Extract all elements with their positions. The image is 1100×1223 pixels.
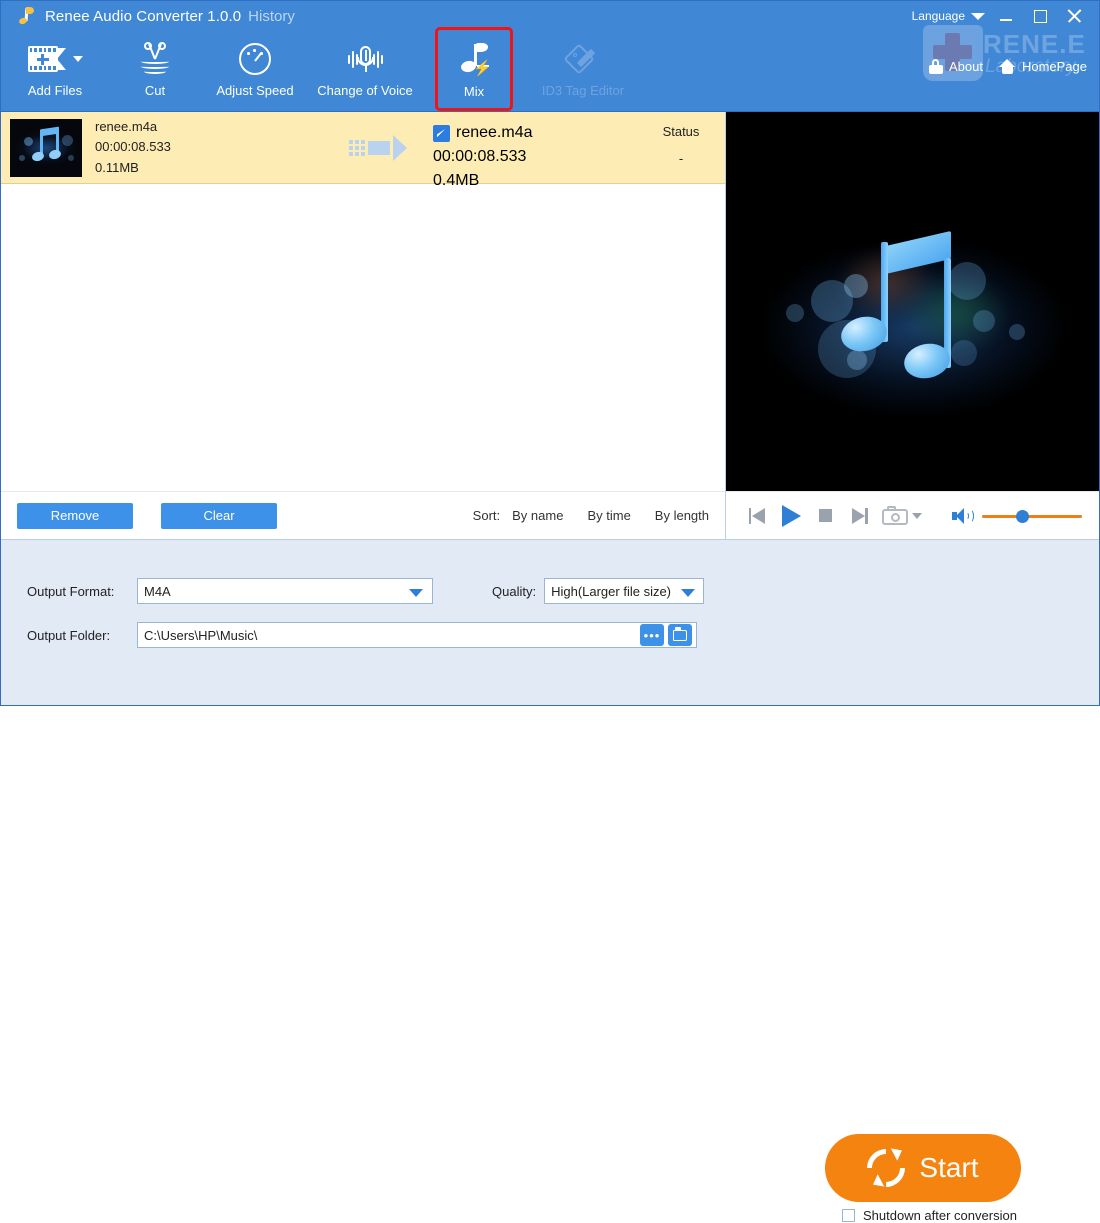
previous-button[interactable] bbox=[740, 499, 774, 533]
output-folder-value: C:\Users\HP\Music\ bbox=[144, 628, 257, 643]
close-button[interactable] bbox=[1057, 2, 1091, 30]
shutdown-label: Shutdown after conversion bbox=[863, 1208, 1017, 1223]
sort-by-name-button[interactable]: By name bbox=[512, 508, 563, 523]
open-folder-button[interactable] bbox=[668, 624, 692, 646]
quality-select[interactable]: High(Larger file size) bbox=[544, 578, 704, 604]
app-title: Renee Audio Converter 1.0.0 bbox=[45, 8, 241, 25]
browse-button[interactable]: ••• bbox=[640, 624, 664, 646]
toolbar-item-add-files[interactable]: Add Files bbox=[5, 31, 105, 107]
next-button[interactable] bbox=[842, 499, 876, 533]
start-button[interactable]: Start bbox=[825, 1134, 1021, 1202]
microphone-icon bbox=[346, 44, 384, 74]
main-area: renee.m4a 00:00:08.533 0.11MB renee.m4a bbox=[1, 111, 1099, 539]
play-icon bbox=[782, 505, 801, 527]
toolbar-label: Cut bbox=[145, 83, 165, 98]
quality-label: Quality: bbox=[492, 584, 536, 599]
source-file-size: 0.11MB bbox=[95, 160, 171, 176]
output-format-label: Output Format: bbox=[27, 584, 137, 599]
clear-button[interactable]: Clear bbox=[161, 503, 277, 529]
speed-gauge-icon bbox=[239, 43, 271, 75]
toolbar-label: Change of Voice bbox=[317, 83, 412, 98]
toolbar-label: Adjust Speed bbox=[216, 83, 293, 98]
toolbar-label: Add Files bbox=[28, 83, 82, 98]
sort-by-time-button[interactable]: By time bbox=[587, 508, 630, 523]
left-column: renee.m4a 00:00:08.533 0.11MB renee.m4a bbox=[1, 112, 726, 539]
chevron-down-icon[interactable] bbox=[912, 513, 922, 519]
camera-icon bbox=[882, 506, 908, 525]
sort-by-length-button[interactable]: By length bbox=[655, 508, 709, 523]
toolbar: Add Files Cut bbox=[1, 31, 1099, 111]
convert-arrow-icon bbox=[349, 135, 407, 161]
app-window: Renee Audio Converter 1.0.0 History Lang… bbox=[0, 0, 1100, 706]
output-file-name: renee.m4a bbox=[456, 124, 533, 142]
stop-icon bbox=[819, 509, 832, 522]
app-logo-note-icon bbox=[15, 6, 35, 26]
minimize-button[interactable] bbox=[989, 2, 1023, 30]
status-column: Status - bbox=[641, 124, 721, 166]
speaker-icon[interactable] bbox=[952, 508, 972, 524]
source-file-info: renee.m4a 00:00:08.533 0.11MB bbox=[95, 119, 171, 176]
history-link[interactable]: History bbox=[248, 8, 295, 25]
toolbar-item-change-of-voice[interactable]: Change of Voice bbox=[305, 31, 425, 107]
window-controls: Language bbox=[912, 1, 1091, 31]
status-header: Status bbox=[641, 124, 721, 139]
output-file-duration: 00:00:08.533 bbox=[433, 148, 533, 166]
media-controls bbox=[726, 491, 1099, 539]
tag-pencil-icon bbox=[566, 44, 600, 74]
toolbar-item-mix[interactable]: ⚡ Mix bbox=[435, 27, 513, 111]
chevron-down-icon bbox=[681, 589, 695, 597]
output-folder-row: Output Folder: C:\Users\HP\Music\ ••• bbox=[27, 622, 697, 648]
play-button[interactable] bbox=[774, 499, 808, 533]
maximize-button[interactable] bbox=[1023, 2, 1057, 30]
toolbar-item-cut[interactable]: Cut bbox=[105, 31, 205, 107]
output-file-size: 0.4MB bbox=[433, 172, 533, 190]
shutdown-after-conversion-checkbox[interactable]: Shutdown after conversion bbox=[842, 1208, 1017, 1223]
output-file-info: renee.m4a 00:00:08.533 0.4MB bbox=[433, 124, 533, 190]
output-folder-label: Output Folder: bbox=[27, 628, 137, 643]
scissors-icon bbox=[138, 42, 172, 76]
start-label: Start bbox=[919, 1152, 978, 1184]
previous-icon bbox=[749, 508, 766, 524]
quality-value: High(Larger file size) bbox=[551, 584, 671, 599]
edit-pencil-icon[interactable] bbox=[433, 125, 450, 142]
sort-group: Sort: By name By time By length bbox=[473, 508, 709, 523]
preview-panel[interactable] bbox=[726, 112, 1099, 491]
music-note-thumbnail bbox=[10, 119, 82, 177]
remove-button[interactable]: Remove bbox=[17, 503, 133, 529]
list-action-bar: Remove Clear Sort: By name By time By le… bbox=[1, 491, 725, 539]
title-bar: Renee Audio Converter 1.0.0 History Lang… bbox=[1, 1, 1099, 31]
chevron-down-icon[interactable] bbox=[73, 56, 83, 62]
snapshot-button[interactable] bbox=[876, 499, 928, 533]
volume-slider[interactable] bbox=[982, 508, 1082, 524]
output-format-value: M4A bbox=[144, 584, 171, 599]
refresh-icon bbox=[867, 1149, 905, 1187]
language-label: Language bbox=[912, 9, 965, 23]
mix-note-icon: ⚡ bbox=[456, 43, 492, 77]
toolbar-item-adjust-speed[interactable]: Adjust Speed bbox=[205, 31, 305, 107]
sort-label: Sort: bbox=[473, 508, 500, 523]
toolbar-label: ID3 Tag Editor bbox=[542, 83, 624, 98]
source-file-name: renee.m4a bbox=[95, 119, 171, 135]
table-row[interactable]: renee.m4a 00:00:08.533 0.11MB renee.m4a bbox=[1, 112, 725, 184]
preview-column bbox=[726, 112, 1099, 539]
chevron-down-icon bbox=[409, 589, 423, 597]
toolbar-item-id3-tag-editor: ID3 Tag Editor bbox=[523, 31, 643, 107]
quality-row: Quality: High(Larger file size) bbox=[492, 578, 704, 604]
next-icon bbox=[851, 508, 868, 524]
chevron-down-icon bbox=[971, 13, 985, 20]
folder-icon bbox=[673, 630, 687, 641]
film-plus-icon bbox=[28, 46, 68, 72]
status-badge: - bbox=[641, 151, 721, 166]
stop-button[interactable] bbox=[808, 499, 842, 533]
source-file-duration: 00:00:08.533 bbox=[95, 139, 171, 155]
settings-panel: Output Format: M4A Output Folder: C:\Use… bbox=[1, 539, 1099, 705]
output-folder-input[interactable]: C:\Users\HP\Music\ ••• bbox=[137, 622, 697, 648]
file-list[interactable]: renee.m4a 00:00:08.533 0.11MB renee.m4a bbox=[1, 112, 725, 491]
header: Renee Audio Converter 1.0.0 History Lang… bbox=[1, 1, 1099, 111]
language-selector[interactable]: Language bbox=[912, 9, 985, 23]
output-format-select[interactable]: M4A bbox=[137, 578, 433, 604]
toolbar-label: Mix bbox=[464, 84, 484, 99]
checkbox-box[interactable] bbox=[842, 1209, 855, 1222]
